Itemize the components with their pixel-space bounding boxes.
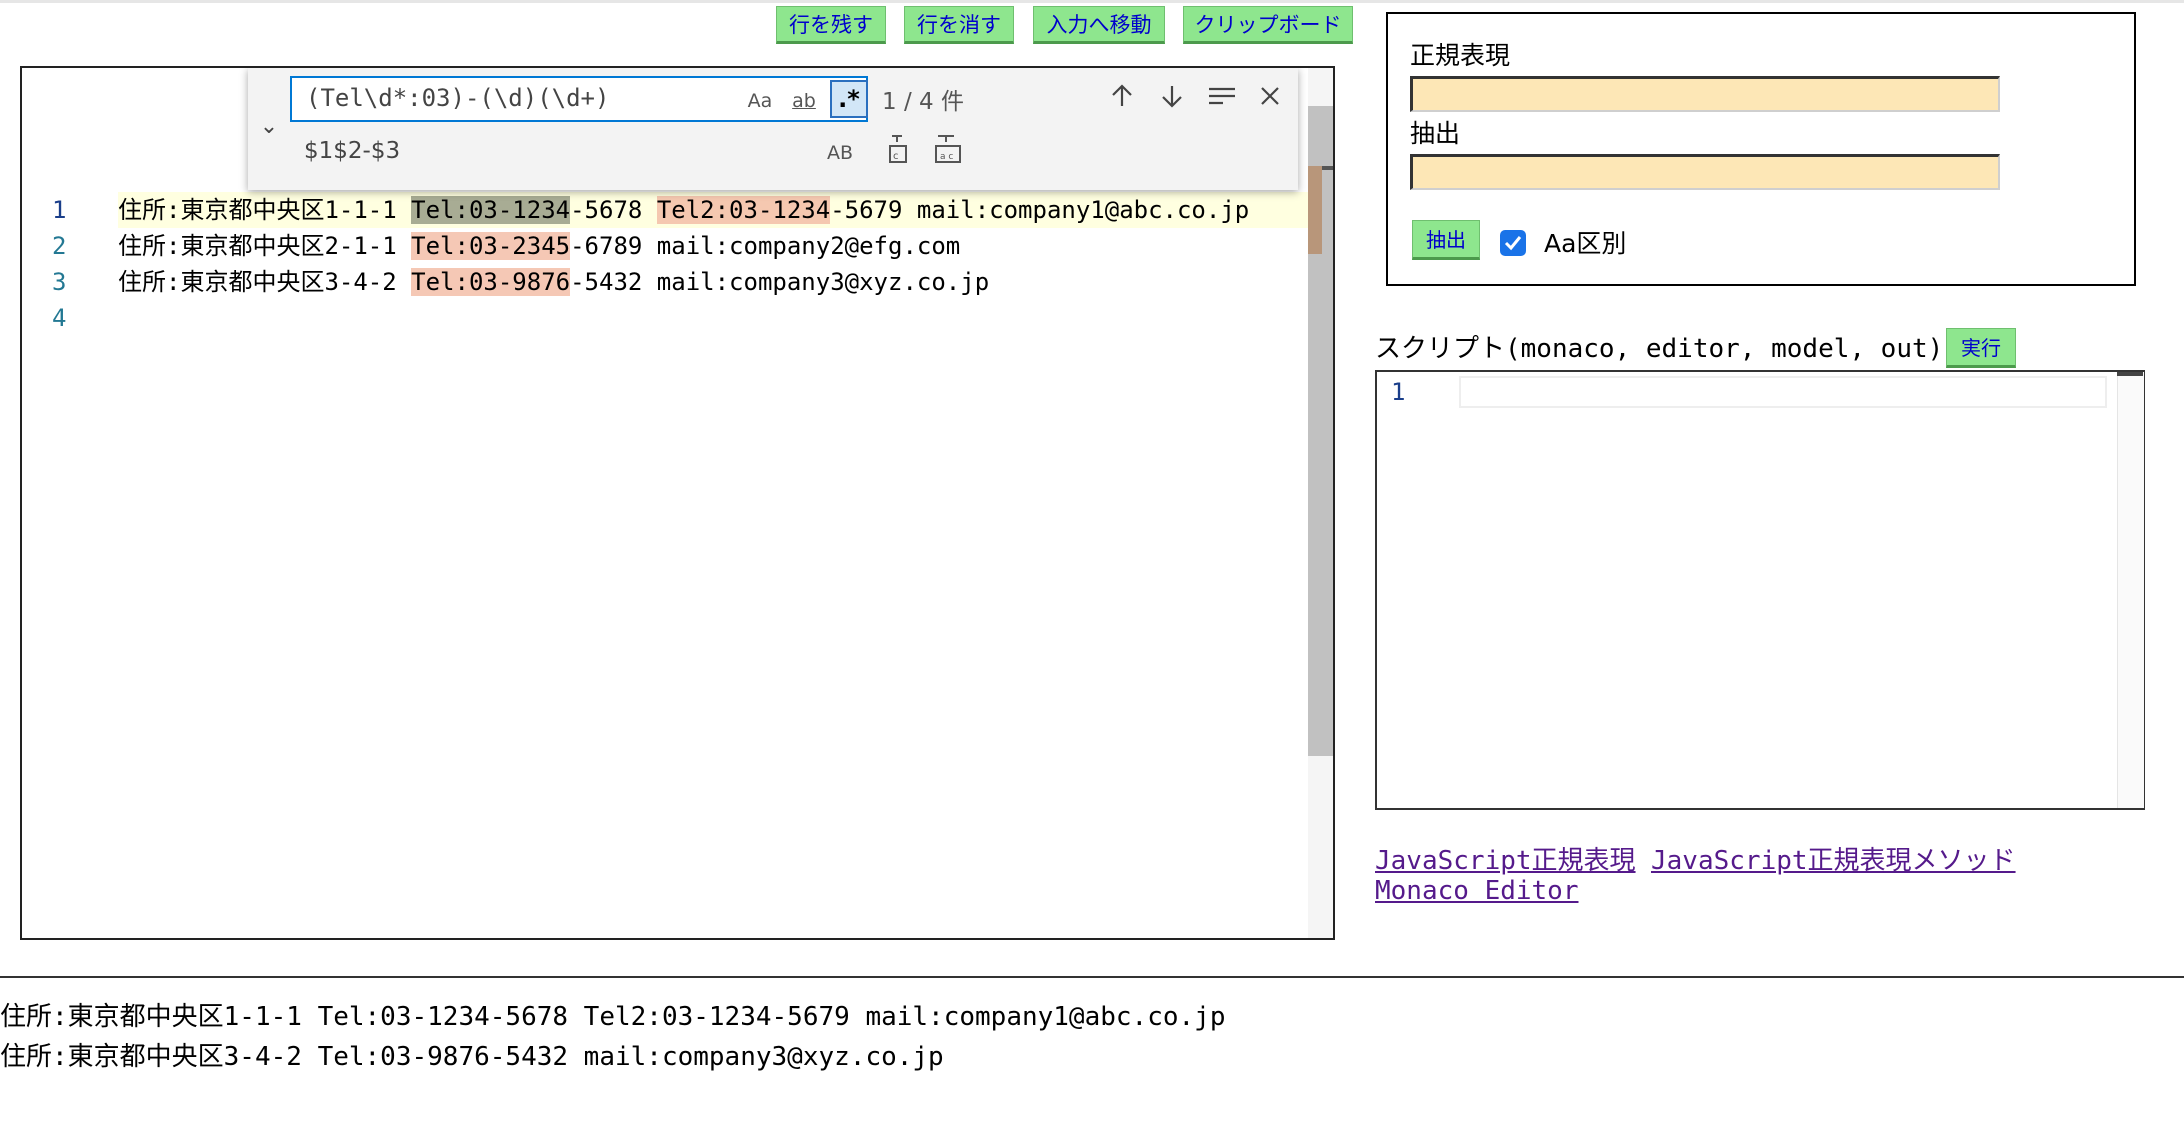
delete-lines-button[interactable]: 行を消す [904, 6, 1014, 44]
link-javascript-regex[interactable]: JavaScript正規表現 [1375, 840, 1636, 877]
code-line[interactable]: 住所:東京都中央区1-1-1 Tel:03-1234-5678 Tel2:03-… [118, 192, 1249, 228]
link-javascript-regex-methods[interactable]: JavaScript正規表現メソッド [1651, 840, 2016, 877]
code-text: -6789 mail:company2@efg.com [570, 232, 961, 260]
clipboard-button[interactable]: クリップボード [1183, 6, 1353, 44]
line-number: 3 [52, 268, 67, 296]
link-monaco-editor[interactable]: Monaco Editor [1375, 876, 1579, 906]
replace-input-value: $1$2-$3 [304, 138, 401, 164]
case-sensitive-checkbox[interactable] [1500, 230, 1526, 256]
find-input[interactable]: (Tel\d*:03)-(\d)(\d+) Aa ab .* [290, 76, 868, 122]
toggle-replace-chevron-icon[interactable]: ⌄ [254, 112, 284, 142]
find-replace-widget: ⌄ (Tel\d*:03)-(\d)(\d+) Aa ab .* 1 / 4 件… [248, 68, 1298, 190]
match-count: 1 / 4 件 [882, 89, 964, 115]
code-text: -5678 [570, 196, 657, 224]
line-number: 1 [52, 196, 67, 224]
svg-text:c: c [893, 151, 899, 162]
scrollbar-cursor-marker [1322, 166, 1333, 170]
script-label: スクリプト(monaco, editor, model, out) [1375, 334, 1944, 364]
match-case-toggle[interactable]: Aa [742, 84, 778, 118]
extract-label: 抽出 [1410, 119, 1461, 148]
regex-input[interactable] [1410, 76, 2000, 112]
output-line: 住所:東京都中央区1-1-1 Tel:03-1234-5678 Tel2:03-… [0, 1002, 1226, 1032]
code-text: 住所:東京都中央区1-1-1 [118, 196, 412, 224]
run-script-button[interactable]: 実行 [1946, 328, 2016, 368]
output-divider [0, 976, 2184, 978]
svg-text:a c: a c [940, 152, 953, 162]
extract-panel: 正規表現 抽出 抽出 Aa区別 [1386, 12, 2136, 286]
keep-lines-button[interactable]: 行を残す [776, 6, 886, 44]
extract-input[interactable] [1410, 154, 2000, 190]
match-highlight: Tel2:03-1234 [656, 196, 831, 224]
code-text: 住所:東京都中央区2-1-1 [118, 232, 412, 260]
replace-all-icon[interactable]: a c [932, 132, 970, 170]
find-input-value: (Tel\d*:03)-(\d)(\d+) [306, 84, 610, 112]
match-highlight: Tel:03-9876 [411, 268, 571, 296]
extract-button[interactable]: 抽出 [1412, 220, 1480, 260]
main-editor[interactable]: 1 2 3 4 住所:東京都中央区1-1-1 Tel:03-1234-5678 … [20, 66, 1335, 940]
top-edge [0, 0, 2184, 3]
script-current-line [1459, 376, 2107, 408]
script-editor[interactable]: 1 [1375, 370, 2145, 810]
goto-input-button[interactable]: 入力へ移動 [1033, 6, 1165, 44]
match-highlight: Tel:03-2345 [411, 232, 571, 260]
case-sensitive-label: Aa区別 [1544, 229, 1627, 258]
line-number: 4 [52, 304, 67, 332]
regex-toggle[interactable]: .* [830, 80, 868, 118]
replace-one-icon[interactable]: c [884, 132, 922, 170]
next-match-arrow-down-icon[interactable] [1154, 78, 1190, 114]
preserve-case-toggle[interactable]: AB [820, 136, 860, 170]
code-line[interactable]: 住所:東京都中央区3-4-2 Tel:03-9876-5432 mail:com… [118, 264, 989, 300]
code-text: -5679 mail:company1@abc.co.jp [830, 196, 1250, 224]
script-scrollbar-marker [2117, 372, 2143, 376]
script-line-number: 1 [1391, 378, 1406, 406]
previous-match-arrow-up-icon[interactable] [1104, 78, 1140, 114]
code-line[interactable]: 住所:東京都中央区2-1-1 Tel:03-2345-6789 mail:com… [118, 228, 960, 264]
whole-word-toggle[interactable]: ab [784, 84, 824, 118]
current-match: Tel:03-1234 [411, 196, 571, 224]
close-find-icon[interactable] [1252, 78, 1288, 114]
code-text: -5432 mail:company3@xyz.co.jp [570, 268, 990, 296]
code-text: 住所:東京都中央区3-4-2 [118, 268, 412, 296]
checkmark-icon [1504, 236, 1522, 251]
replace-input[interactable]: $1$2-$3 AB [290, 130, 868, 174]
script-scrollbar[interactable] [2117, 372, 2144, 808]
output-line: 住所:東京都中央区3-4-2 Tel:03-9876-5432 mail:com… [0, 1042, 944, 1072]
regex-label: 正規表現 [1410, 41, 1511, 70]
line-number: 2 [52, 232, 67, 260]
find-in-selection-icon[interactable] [1204, 78, 1240, 114]
scrollbar-match-marker [1308, 166, 1322, 254]
